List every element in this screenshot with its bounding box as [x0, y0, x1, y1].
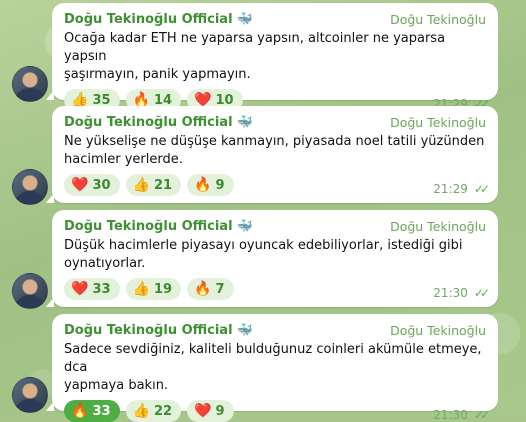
- message-text: Sadece sevdiğiniz, kaliteli bulduğunuz c…: [64, 342, 482, 393]
- thumbs-up-icon: 👍: [132, 177, 150, 193]
- message-bubble[interactable]: Doğu Tekinoğlu Official 🐳 Doğu Tekinoğlu…: [46, 106, 498, 203]
- reactions-bar: ❤️ 33 👍 19 🔥 7: [64, 278, 234, 300]
- reaction-fire[interactable]: 🔥 9: [187, 174, 234, 196]
- sender-name[interactable]: Doğu Tekinoğlu Official: [64, 323, 233, 338]
- message: Doğu Tekinoğlu Official 🐳 Doğu Tekinoğlu…: [12, 3, 526, 111]
- double-check-icon: ✓✓: [473, 286, 490, 300]
- author-signature: Doğu Tekinoğlu: [390, 322, 486, 338]
- reaction-heart[interactable]: ❤️ 30: [64, 174, 120, 196]
- reaction-thumbs-up[interactable]: 👍 19: [125, 278, 182, 300]
- reaction-fire[interactable]: 🔥 7: [187, 278, 234, 300]
- message-bubble[interactable]: Doğu Tekinoğlu Official 🐳 Doğu Tekinoğlu…: [46, 314, 498, 422]
- author-signature: Doğu Tekinoğlu: [390, 114, 486, 130]
- message-text: Ne yükselişe ne düşüşe kanmayın, piyasad…: [64, 134, 485, 167]
- sender-name[interactable]: Doğu Tekinoğlu Official: [64, 12, 233, 27]
- fire-icon: 🔥: [194, 281, 212, 297]
- message-time: 21:30: [433, 408, 468, 422]
- thumbs-up-icon: 👍: [132, 403, 150, 419]
- avatar[interactable]: [12, 169, 48, 205]
- reaction-fire-selected[interactable]: 🔥 33: [64, 400, 120, 422]
- heart-icon: ❤️: [194, 403, 212, 419]
- heart-icon: ❤️: [71, 177, 89, 193]
- reaction-heart[interactable]: ❤️ 9: [187, 400, 234, 422]
- fire-icon: 🔥: [132, 92, 150, 108]
- message: Doğu Tekinoğlu Official 🐳 Doğu Tekinoğlu…: [12, 106, 526, 205]
- avatar[interactable]: [12, 66, 48, 102]
- reactions-bar: ❤️ 30 👍 21 🔥 9: [64, 174, 234, 196]
- message: Doğu Tekinoğlu Official 🐳 Doğu Tekinoğlu…: [12, 314, 526, 422]
- whale-icon: 🐳: [236, 322, 253, 338]
- avatar[interactable]: [12, 273, 48, 309]
- thumbs-up-icon: 👍: [71, 92, 89, 108]
- heart-icon: ❤️: [194, 92, 212, 108]
- sender-name[interactable]: Doğu Tekinoğlu Official: [64, 219, 233, 234]
- message-bubble[interactable]: Doğu Tekinoğlu Official 🐳 Doğu Tekinoğlu…: [46, 210, 498, 307]
- whale-icon: 🐳: [236, 218, 253, 234]
- message-bubble[interactable]: Doğu Tekinoğlu Official 🐳 Doğu Tekinoğlu…: [46, 3, 498, 111]
- avatar[interactable]: [12, 377, 48, 413]
- double-check-icon: ✓✓: [473, 182, 490, 196]
- message-time: 21:30: [433, 286, 468, 300]
- message: Doğu Tekinoğlu Official 🐳 Doğu Tekinoğlu…: [12, 210, 526, 309]
- whale-icon: 🐳: [236, 114, 253, 130]
- fire-icon: 🔥: [194, 177, 212, 193]
- author-signature: Doğu Tekinoğlu: [390, 218, 486, 234]
- message-text: Düşük hacimlerle piyasayı oyuncak edebil…: [64, 238, 463, 271]
- reactions-bar: 🔥 33 👍 22 ❤️ 9: [64, 400, 234, 422]
- reaction-thumbs-up[interactable]: 👍 22: [125, 400, 182, 422]
- double-check-icon: ✓✓: [473, 408, 490, 422]
- sender-name[interactable]: Doğu Tekinoğlu Official: [64, 115, 233, 130]
- author-signature: Doğu Tekinoğlu: [390, 11, 486, 27]
- message-time: 21:29: [433, 182, 468, 196]
- fire-icon: 🔥: [71, 403, 89, 419]
- reaction-heart[interactable]: ❤️ 33: [64, 278, 120, 300]
- heart-icon: ❤️: [71, 281, 89, 297]
- thumbs-up-icon: 👍: [132, 281, 150, 297]
- reaction-thumbs-up[interactable]: 👍 21: [125, 174, 182, 196]
- message-text: Ocağa kadar ETH ne yaparsa yapsın, altco…: [64, 31, 446, 82]
- whale-icon: 🐳: [236, 11, 253, 27]
